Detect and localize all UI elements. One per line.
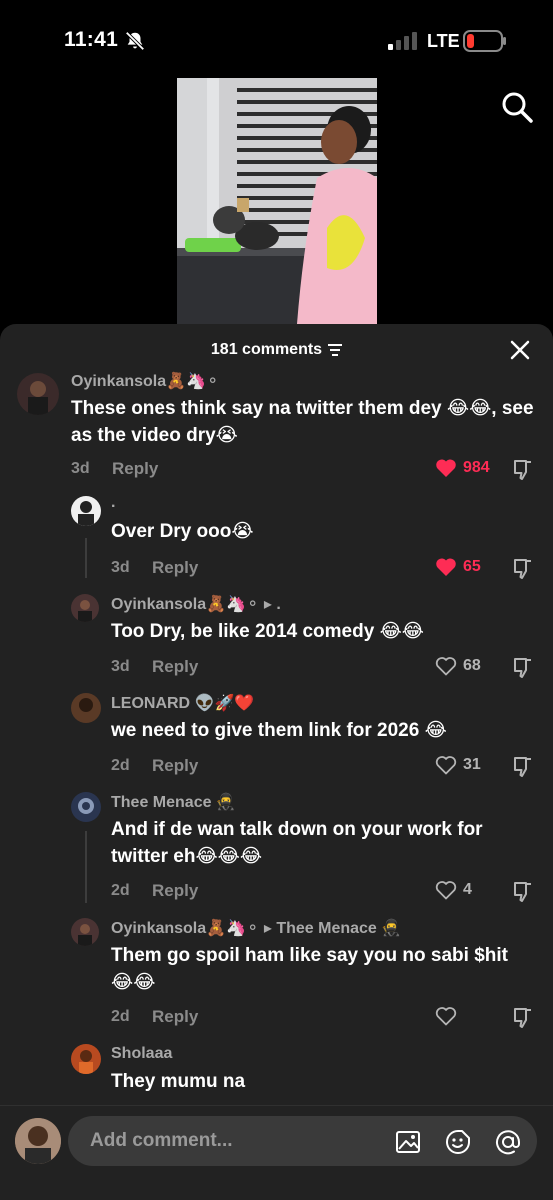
comment-username[interactable]: Sholaaa [111, 1045, 172, 1063]
dislike-icon[interactable] [511, 656, 535, 680]
close-icon[interactable] [508, 338, 532, 362]
comment-username[interactable]: Oyinkansola🧸🦄⚬ ▸ . [111, 594, 281, 614]
status-time: 11:41 [64, 28, 119, 51]
comment-time: 2d [111, 1008, 130, 1025]
mention-icon[interactable] [494, 1128, 522, 1156]
video-frame [177, 78, 377, 324]
avatar[interactable] [71, 693, 101, 723]
bell-slash-icon [125, 31, 145, 51]
dislike-icon[interactable] [511, 880, 535, 904]
like-count: 68 [463, 657, 481, 674]
reply-button[interactable]: Reply [152, 558, 198, 578]
reply-button[interactable]: Reply [152, 1007, 198, 1027]
avatar[interactable] [17, 373, 59, 415]
comment-time: 2d [111, 757, 130, 774]
image-icon[interactable] [394, 1128, 422, 1156]
comment-composer [0, 1105, 553, 1200]
comment-text: And if de wan talk down on your work for… [111, 819, 483, 867]
heart-icon [435, 881, 457, 900]
like-count: 4 [463, 881, 472, 898]
heart-icon [436, 459, 456, 477]
comment-text: These ones think say na twitter them dey… [71, 398, 534, 446]
battery-icon [463, 30, 506, 52]
comment-text: They mumu na [111, 1071, 246, 1092]
like-count: 984 [463, 459, 490, 476]
comment-time: 2d [111, 882, 130, 899]
reply-button[interactable]: Reply [112, 459, 158, 479]
heart-icon [435, 1007, 457, 1026]
carrier-label: LTE [427, 31, 460, 51]
heart-icon [436, 558, 456, 576]
comment-time: 3d [111, 559, 130, 576]
like-count: 31 [463, 756, 481, 773]
comment-username[interactable]: LEONARD 👽🚀❤️ [111, 693, 254, 713]
comment-username[interactable]: Oyinkansola🧸🦄⚬ ▸ Thee Menace 🥷 [111, 918, 401, 938]
avatar[interactable] [71, 1044, 101, 1074]
avatar[interactable] [71, 918, 99, 946]
video-preview[interactable] [177, 78, 377, 324]
dislike-icon[interactable] [511, 1006, 535, 1030]
reply-button[interactable]: Reply [152, 756, 198, 776]
like-button[interactable] [435, 1006, 463, 1026]
like-button[interactable]: 984 [435, 458, 490, 478]
thread-line [85, 538, 87, 578]
thread-line [85, 831, 87, 903]
reply-button[interactable]: Reply [152, 881, 198, 901]
comment-count: 181 comments [210, 341, 323, 358]
sort-icon[interactable] [328, 344, 343, 356]
heart-icon [435, 657, 457, 676]
comment-username[interactable]: Thee Menace 🥷 [111, 792, 236, 812]
dislike-icon[interactable] [511, 755, 535, 779]
reply-button[interactable]: Reply [152, 657, 198, 677]
dislike-icon[interactable] [511, 458, 535, 482]
status-bar: 11:41 LTE [0, 0, 553, 80]
comment-text: we need to give them link for 2026 😂 [111, 720, 447, 741]
comments-header: 181 comments [0, 324, 553, 376]
like-button[interactable]: 4 [435, 880, 472, 900]
comment-time: 3d [111, 658, 130, 675]
signal-icon [388, 32, 417, 50]
emoji-icon[interactable] [444, 1128, 472, 1156]
comment-time: 3d [71, 460, 90, 477]
comment-username[interactable]: . [111, 494, 115, 512]
search-icon[interactable] [500, 90, 534, 124]
like-count: 65 [463, 558, 481, 575]
heart-icon [435, 756, 457, 775]
dislike-icon[interactable] [511, 557, 535, 581]
comment-text: Them go spoil ham like say you no sabi $… [111, 945, 508, 993]
comment-text: Too Dry, be like 2014 comedy 😂😂 [111, 621, 424, 642]
avatar[interactable] [71, 792, 101, 822]
like-button[interactable]: 65 [435, 557, 481, 577]
user-avatar[interactable] [15, 1118, 61, 1164]
avatar[interactable] [71, 594, 99, 622]
comments-sheet: 181 comments Oyinkansola🧸🦄⚬ These ones t… [0, 324, 553, 1200]
comment-text: Over Dry ooo😭 [111, 521, 254, 542]
avatar[interactable] [71, 496, 101, 526]
comment-username[interactable]: Oyinkansola🧸🦄⚬ [71, 371, 219, 391]
like-button[interactable]: 68 [435, 656, 481, 676]
like-button[interactable]: 31 [435, 755, 481, 775]
